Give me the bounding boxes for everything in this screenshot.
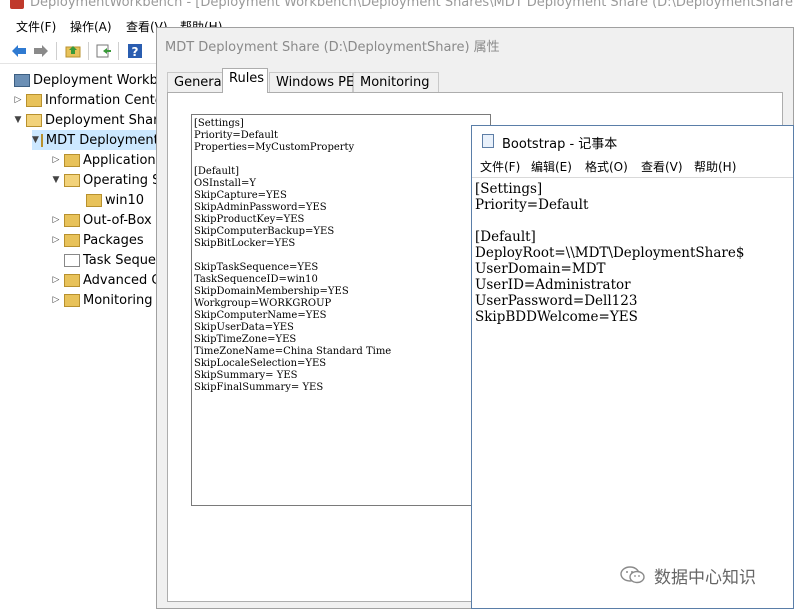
folder-open-icon (64, 173, 80, 187)
chevron-right-icon[interactable]: ▷ (50, 275, 62, 285)
folder-icon (64, 273, 80, 287)
folder-icon (86, 193, 102, 207)
tree-item-task-sequences[interactable]: Task Sequences (50, 250, 160, 270)
wechat-logo-icon (620, 565, 646, 585)
toolbar-separator (88, 42, 89, 60)
tree-item-deployment-workbench[interactable]: Deployment Workbench (0, 70, 160, 90)
notepad-menu-view[interactable]: 查看(V) (641, 158, 683, 175)
tab-monitoring[interactable]: Monitoring (353, 72, 439, 93)
toolbar-separator (118, 42, 119, 60)
chevron-right-icon[interactable]: ▷ (50, 155, 62, 165)
notepad-icon (482, 134, 494, 148)
tree-item-label: Deployment Shares (45, 112, 160, 128)
notepad-edit-area[interactable]: [Settings] Priority=Default [Default] De… (472, 177, 793, 608)
folder-icon (26, 93, 42, 107)
workbench-root-icon (14, 73, 30, 87)
tree-item-out-of-box-drivers[interactable]: ▷ Out-of-Box Drivers (50, 210, 160, 230)
chevron-right-icon[interactable]: ▷ (12, 95, 24, 105)
notepad-window: Bootstrap - 记事本 文件(F) 编辑(E) 格式(O) 查看(V) … (471, 125, 794, 609)
main-titlebar: DeploymentWorkbench - [Deployment Workbe… (0, 0, 794, 12)
chevron-right-icon[interactable]: ▷ (50, 235, 62, 245)
tree-item-label: Information Center (45, 92, 160, 108)
notepad-menu-file[interactable]: 文件(F) (480, 158, 520, 175)
tree-item-packages[interactable]: ▷ Packages (50, 230, 144, 250)
menu-action[interactable]: 操作(A) (70, 18, 112, 35)
tree-item-mdt-deployment-share[interactable]: ▼ MDT Deployment Share (D:\DeploymentSha… (32, 130, 160, 150)
tree-item-deployment-shares[interactable]: ▼ Deployment Shares (12, 110, 160, 130)
tree-item-label: win10 (105, 192, 145, 208)
rules-text-editor[interactable]: [Settings] Priority=Default Properties=M… (191, 114, 491, 506)
forward-arrow-icon[interactable] (32, 42, 50, 60)
tree-item-label: Operating Systems (83, 172, 160, 188)
notepad-title: Bootstrap - 记事本 (502, 137, 618, 152)
tab-rules[interactable]: Rules (222, 68, 268, 93)
notepad-titlebar: Bootstrap - 记事本 (472, 126, 793, 156)
watermark: 数据中心知识 (620, 564, 756, 588)
folder-icon (64, 253, 80, 267)
tree-item-label: Deployment Workbench (33, 72, 160, 88)
folder-open-icon (26, 113, 42, 127)
notepad-menu-help[interactable]: 帮助(H) (694, 158, 736, 175)
notepad-menu-format[interactable]: 格式(O) (585, 158, 628, 175)
menu-file[interactable]: 文件(F) (16, 18, 56, 35)
tree-item-label: Monitoring (83, 292, 153, 308)
tree-item-label: MDT Deployment Share (D:\DeploymentShare… (45, 132, 160, 148)
folder-icon (64, 293, 80, 307)
tree-item-label: Task Sequences (83, 252, 160, 268)
chevron-down-icon[interactable]: ▼ (50, 175, 62, 185)
main-window-title: DeploymentWorkbench - [Deployment Workbe… (30, 0, 794, 10)
help-icon[interactable]: ? (126, 42, 144, 60)
tree-item-label: Applications (83, 152, 160, 168)
chevron-right-icon[interactable]: ▷ (50, 215, 62, 225)
toolbar-separator (56, 42, 57, 60)
navigation-tree: Deployment Workbench ▷ Information Cente… (0, 66, 160, 609)
chevron-right-icon[interactable]: ▷ (50, 295, 62, 305)
chevron-down-icon[interactable]: ▼ (32, 135, 39, 145)
back-arrow-icon[interactable] (10, 42, 28, 60)
folder-open-icon (40, 133, 43, 147)
chevron-down-icon[interactable]: ▼ (12, 115, 24, 125)
folder-icon (64, 153, 80, 167)
rules-text-content: [Settings] Priority=Default Properties=M… (194, 118, 392, 393)
watermark-text: 数据中心知识 (654, 567, 756, 588)
svg-text:?: ? (132, 45, 139, 59)
up-folder-icon[interactable] (64, 42, 82, 60)
tree-item-advanced-configuration[interactable]: ▷ Advanced Configuration (50, 270, 160, 290)
tree-item-information-center[interactable]: ▷ Information Center (12, 90, 160, 110)
tree-item-label: Advanced Configuration (83, 272, 160, 288)
export-icon[interactable] (95, 42, 113, 60)
folder-icon (64, 213, 80, 227)
tree-item-win10[interactable]: win10 (72, 190, 144, 210)
tree-item-applications[interactable]: ▷ Applications (50, 150, 160, 170)
notepad-menu-edit[interactable]: 编辑(E) (531, 158, 572, 175)
tab-general[interactable]: General (167, 72, 225, 93)
tree-item-monitoring[interactable]: ▷ Monitoring (50, 290, 153, 310)
tree-item-label: Packages (83, 232, 144, 248)
tree-item-operating-systems[interactable]: ▼ Operating Systems (50, 170, 160, 190)
tab-windows-pe[interactable]: Windows PE (269, 72, 354, 93)
folder-icon (64, 233, 80, 247)
workbench-app-icon (10, 0, 24, 9)
notepad-text-content: [Settings] Priority=Default [Default] De… (475, 181, 745, 325)
tree-item-label: Out-of-Box Drivers (83, 212, 160, 228)
properties-dialog-title: MDT Deployment Share (D:\DeploymentShare… (165, 40, 500, 55)
notepad-menubar: 文件(F) 编辑(E) 格式(O) 查看(V) 帮助(H) (472, 156, 793, 177)
